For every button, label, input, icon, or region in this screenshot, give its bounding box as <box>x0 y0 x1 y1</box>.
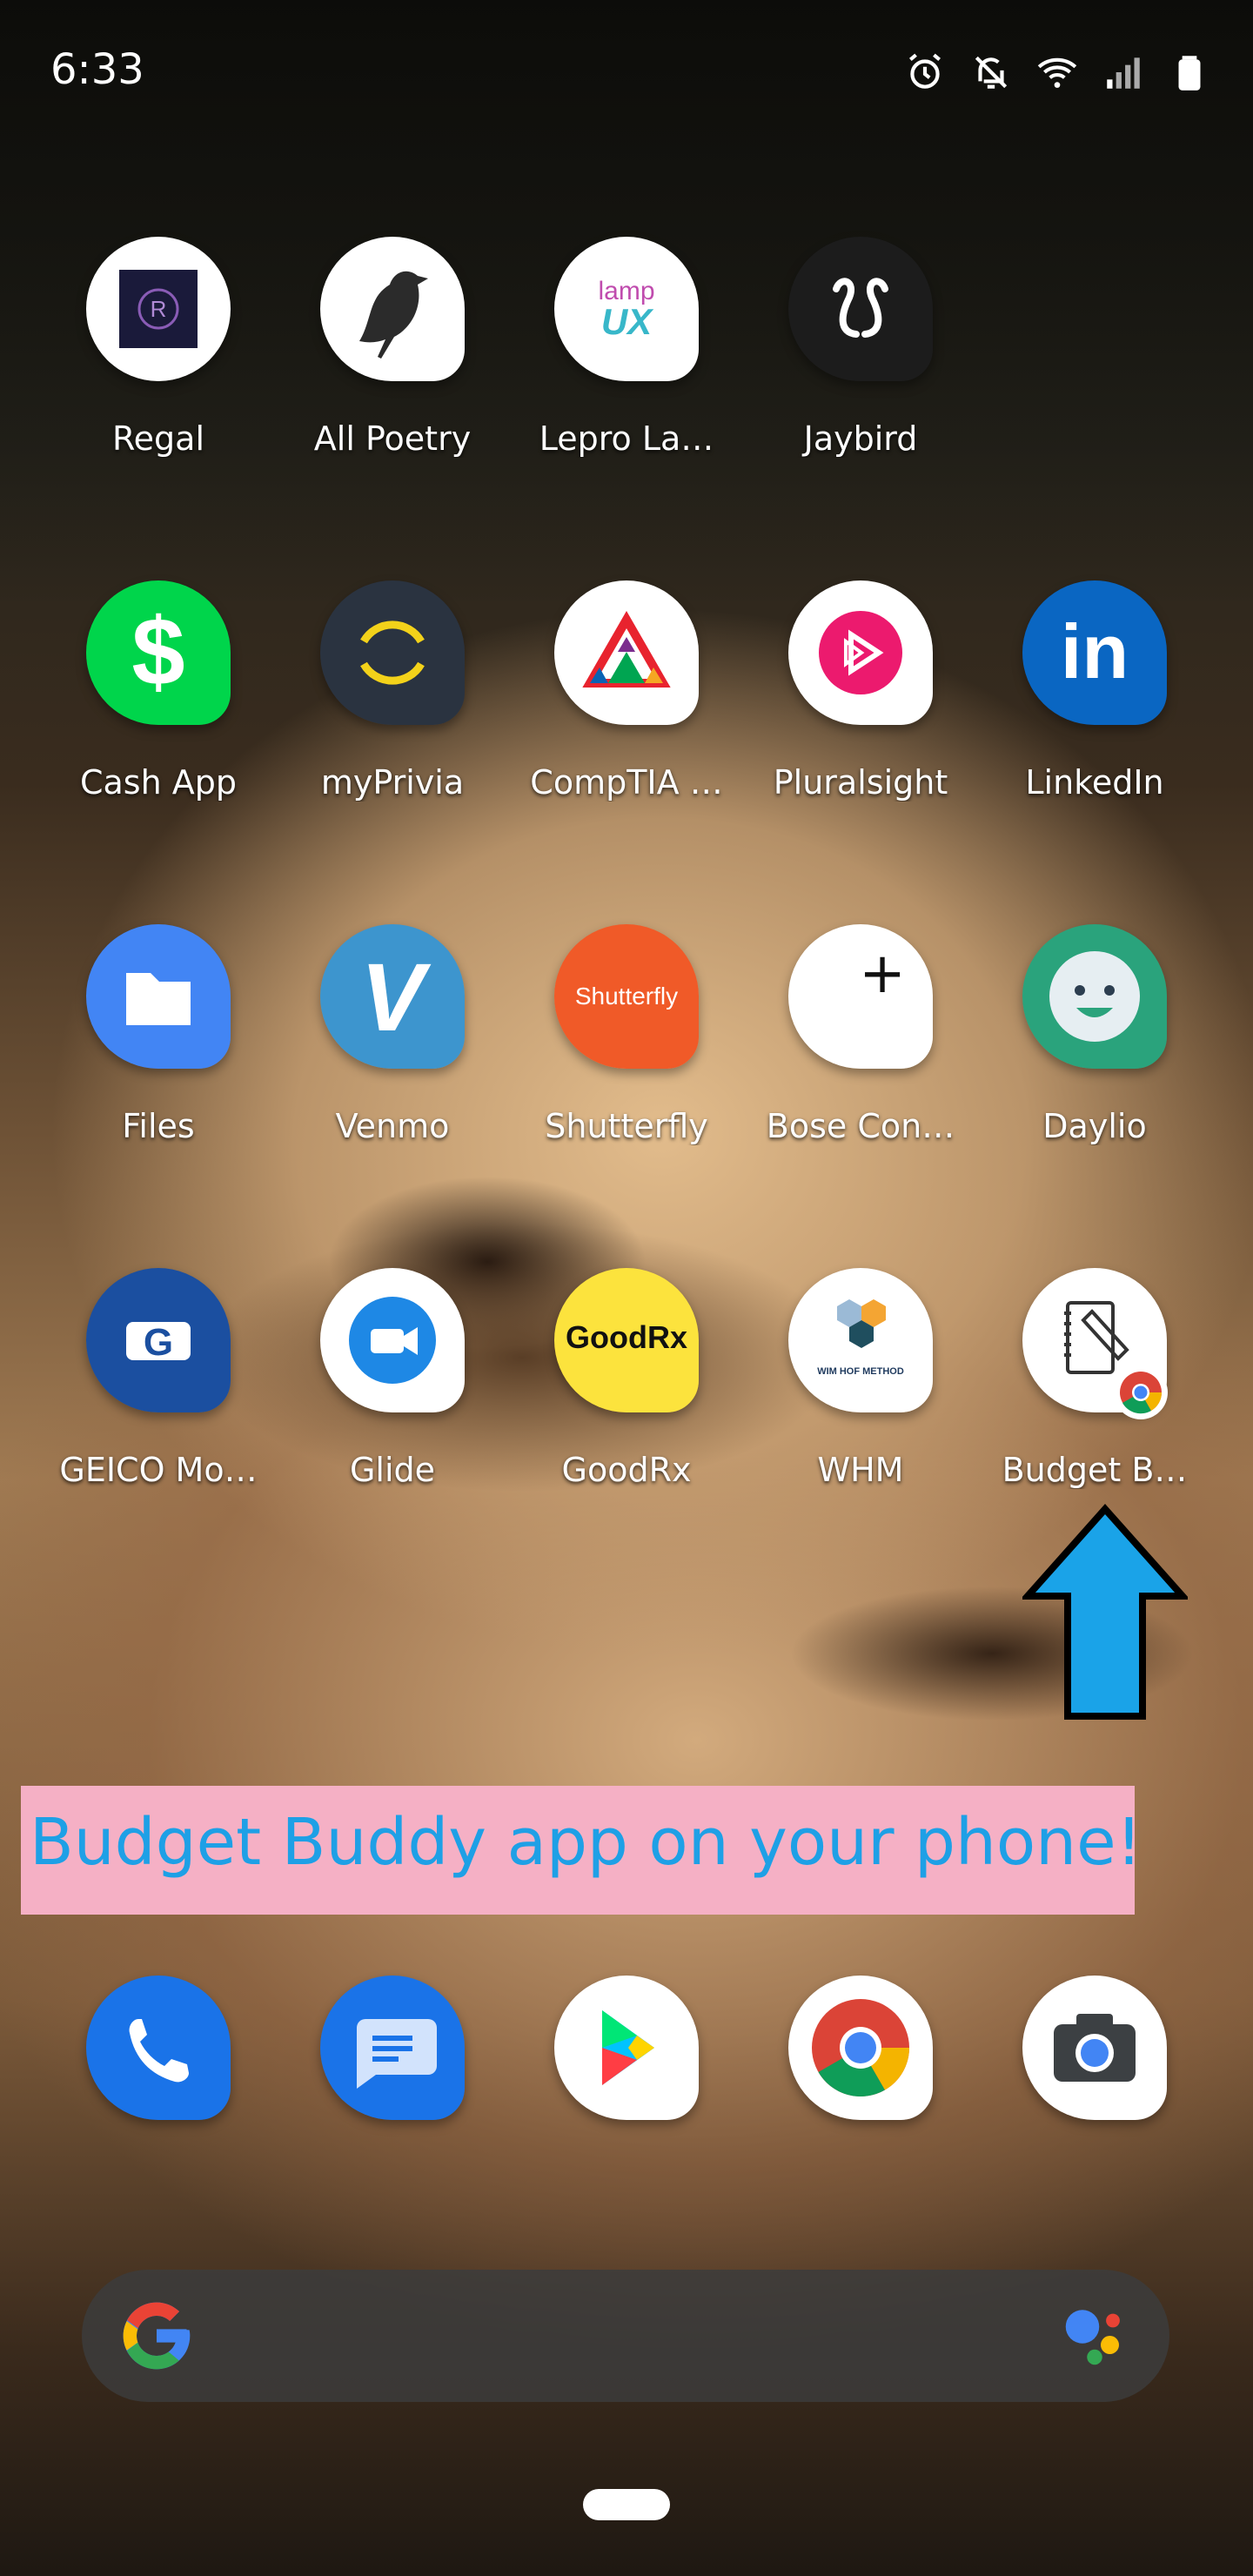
messages-icon <box>320 1976 465 2120</box>
dock-camera[interactable] <box>977 1976 1212 2150</box>
linkedin-glyph: in <box>1061 608 1129 694</box>
lepro-icon: lamp UX <box>554 237 699 381</box>
app-all-poetry[interactable]: All Poetry <box>275 237 510 524</box>
venmo-icon: V <box>320 924 465 1069</box>
lepro-ux-text: UX <box>601 301 654 342</box>
label-lepro: Lepro La… <box>539 419 714 458</box>
pluralsight-icon <box>788 580 933 725</box>
shutterfly-icon: Shutterfly <box>554 924 699 1069</box>
camera-icon <box>1022 1976 1167 2120</box>
cash-app-icon: $ <box>86 580 231 725</box>
label-files: Files <box>122 1107 195 1145</box>
play-store-icon <box>554 1976 699 2120</box>
label-comptia: CompTIA … <box>530 763 723 802</box>
app-glide[interactable]: Glide <box>275 1268 510 1555</box>
label-daylio: Daylio <box>1042 1107 1147 1145</box>
regal-icon: R <box>86 237 231 381</box>
comptia-icon <box>554 580 699 725</box>
whm-icon: WIM HOF METHOD <box>788 1268 933 1412</box>
geico-glyph: G <box>144 1321 173 1364</box>
label-shutterfly: Shutterfly <box>545 1107 708 1145</box>
daylio-icon <box>1022 924 1167 1069</box>
app-bose[interactable]: + Bose Con… <box>743 924 978 1211</box>
label-cash-app: Cash App <box>79 763 238 802</box>
label-venmo: Venmo <box>335 1107 450 1145</box>
app-lepro[interactable]: lamp UX Lepro La… <box>509 237 744 524</box>
dock-phone[interactable] <box>41 1976 276 2150</box>
app-cash-app[interactable]: $ Cash App <box>41 580 276 868</box>
promo-banner: Budget Buddy app on your phone! <box>21 1786 1142 1915</box>
label-myprivia: myPrivia <box>320 763 465 802</box>
label-all-poetry: All Poetry <box>313 419 472 458</box>
google-icon[interactable] <box>117 2296 197 2376</box>
dock-chrome[interactable] <box>743 1976 978 2150</box>
app-comptia[interactable]: CompTIA … <box>509 580 744 868</box>
notifications-off-icon <box>975 56 1008 89</box>
home-screen: 6:33 R Regal All Poetry lamp UX Lepro La…… <box>0 0 1253 2576</box>
status-bar: 6:33 <box>0 0 1253 148</box>
label-whm: WHM <box>817 1451 904 1489</box>
wifi-icon <box>1037 57 1077 88</box>
app-files[interactable]: Files <box>41 924 276 1211</box>
whm-wordmark: WIM HOF METHOD <box>817 1366 904 1377</box>
app-geico[interactable]: G GEICO Mo… <box>41 1268 276 1555</box>
dock-play-store[interactable] <box>509 1976 744 2150</box>
chrome-icon <box>788 1976 933 2120</box>
battery-icon <box>1178 56 1201 91</box>
label-linkedin: LinkedIn <box>1025 763 1164 802</box>
linkedin-icon: in <box>1022 580 1167 725</box>
goodrx-icon: GoodRx <box>554 1268 699 1412</box>
venmo-glyph: V <box>360 944 432 1051</box>
shutterfly-wordmark: Shutterfly <box>575 983 678 1010</box>
app-venmo[interactable]: V Venmo <box>275 924 510 1211</box>
goodrx-wordmark: GoodRx <box>566 1319 687 1355</box>
raven-icon <box>320 237 465 381</box>
dock-messages[interactable] <box>275 1976 510 2150</box>
cash-glyph: $ <box>131 599 184 706</box>
app-jaybird[interactable]: Jaybird <box>743 237 978 524</box>
label-regal: Regal <box>111 419 205 458</box>
label-goodrx: GoodRx <box>561 1451 692 1489</box>
alarm-icon <box>908 53 941 89</box>
app-daylio[interactable]: Daylio <box>977 924 1212 1211</box>
app-goodrx[interactable]: GoodRx GoodRx <box>509 1268 744 1555</box>
myprivia-icon <box>320 580 465 725</box>
app-whm[interactable]: WIM HOF METHOD WHM <box>743 1268 978 1555</box>
label-glide: Glide <box>349 1451 436 1489</box>
app-regal[interactable]: R Regal <box>41 237 276 524</box>
label-jaybird: Jaybird <box>803 419 918 458</box>
assistant-icon[interactable] <box>1058 2299 1131 2372</box>
label-pluralsight: Pluralsight <box>773 763 948 802</box>
app-shutterfly[interactable]: Shutterfly Shutterfly <box>509 924 744 1211</box>
regal-letter: R <box>151 296 167 322</box>
up-arrow-icon <box>1022 1504 1188 1720</box>
jaybird-icon <box>788 237 933 381</box>
app-linkedin[interactable]: in LinkedIn <box>977 580 1212 868</box>
chrome-badge-icon <box>1114 1365 1168 1419</box>
home-gesture-pill[interactable] <box>583 2489 670 2520</box>
status-time: 6:33 <box>50 45 144 94</box>
label-budget-buddy: Budget B… <box>1002 1451 1188 1489</box>
files-icon <box>86 924 231 1069</box>
glide-icon <box>320 1268 465 1412</box>
app-myprivia[interactable]: myPrivia <box>275 580 510 868</box>
app-pluralsight[interactable]: Pluralsight <box>743 580 978 868</box>
label-bose: Bose Con… <box>766 1107 955 1145</box>
geico-icon: G <box>86 1268 231 1412</box>
label-geico: GEICO Mo… <box>59 1451 258 1489</box>
bose-plus-glyph: + <box>859 942 906 1006</box>
bose-icon: + <box>788 924 933 1069</box>
banner-text: Budget Buddy app on your phone! <box>30 1805 1142 1880</box>
phone-icon <box>86 1976 231 2120</box>
signal-icon <box>1107 57 1140 89</box>
google-search-bar[interactable] <box>82 2270 1169 2402</box>
